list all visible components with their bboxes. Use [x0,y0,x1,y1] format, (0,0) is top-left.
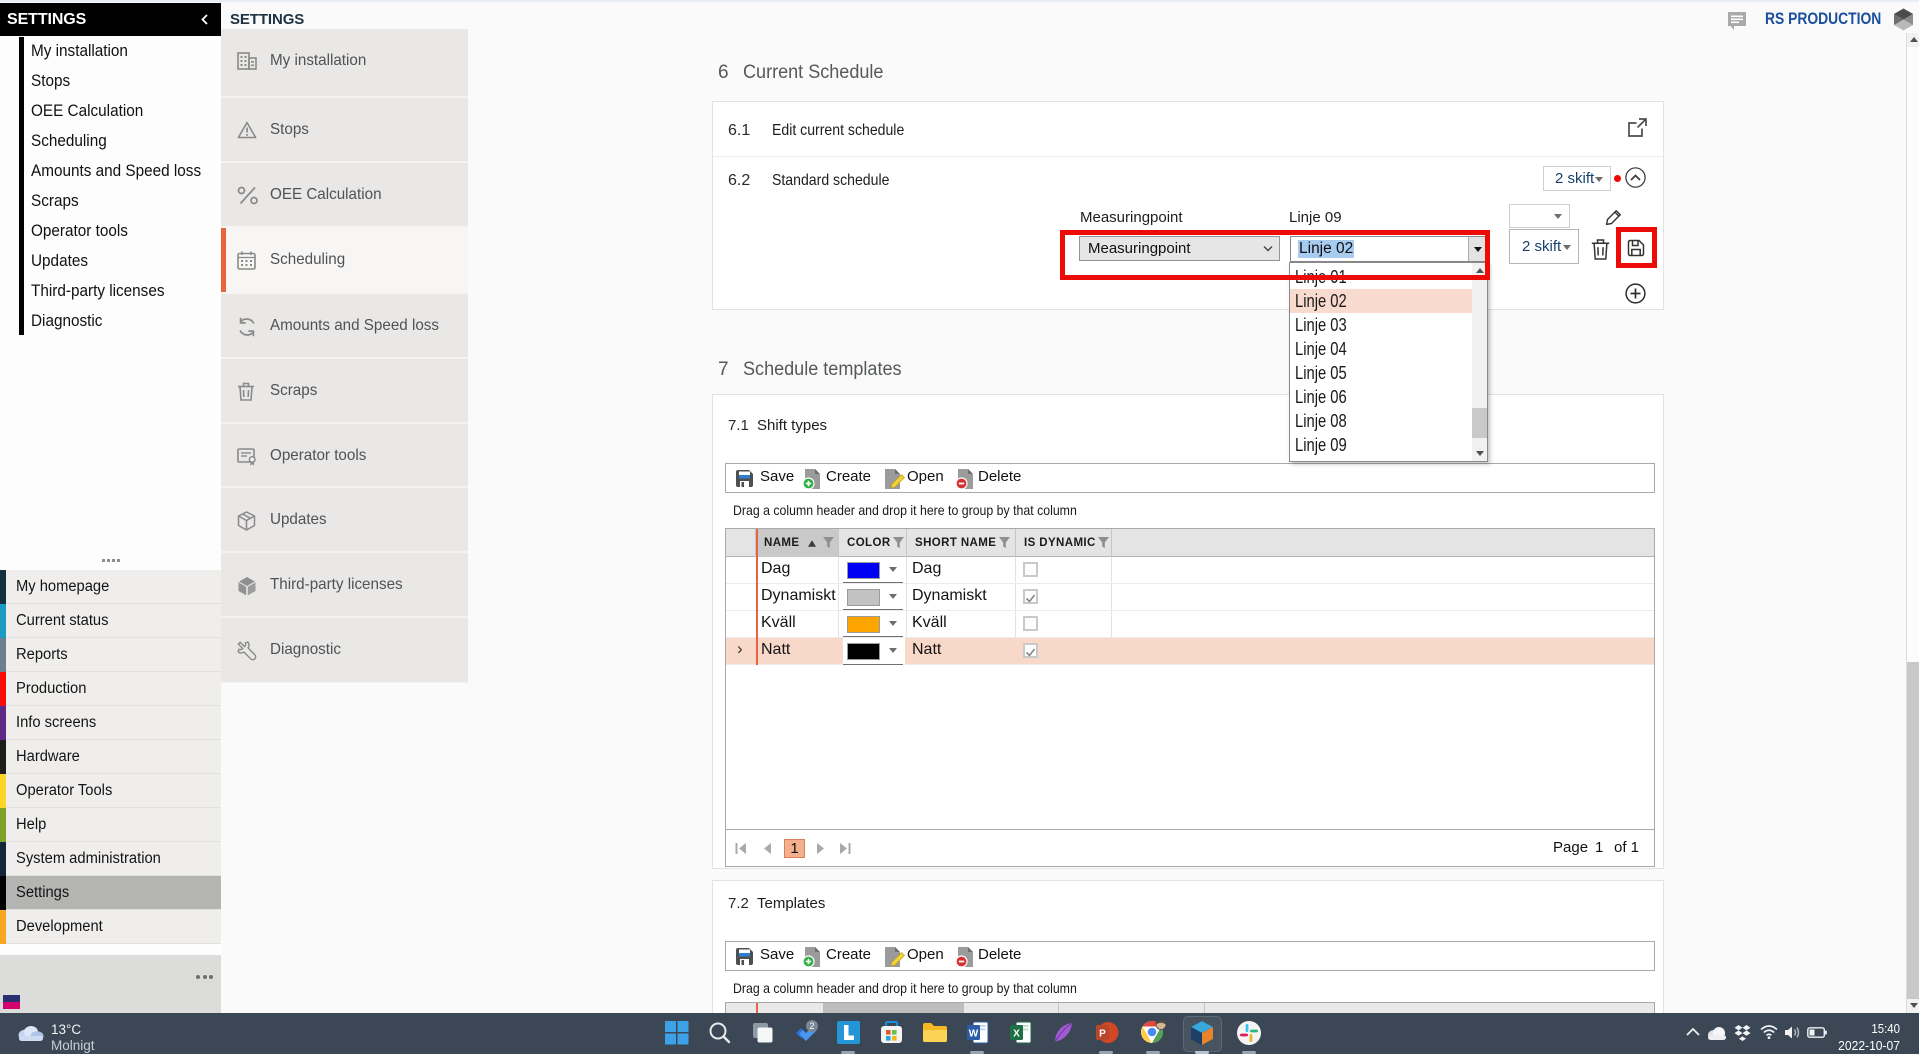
svg-text:P: P [1099,1029,1106,1040]
svg-text:X: X [1013,1029,1020,1040]
svg-text:W: W [969,1029,979,1040]
svg-text:2: 2 [809,1021,814,1031]
